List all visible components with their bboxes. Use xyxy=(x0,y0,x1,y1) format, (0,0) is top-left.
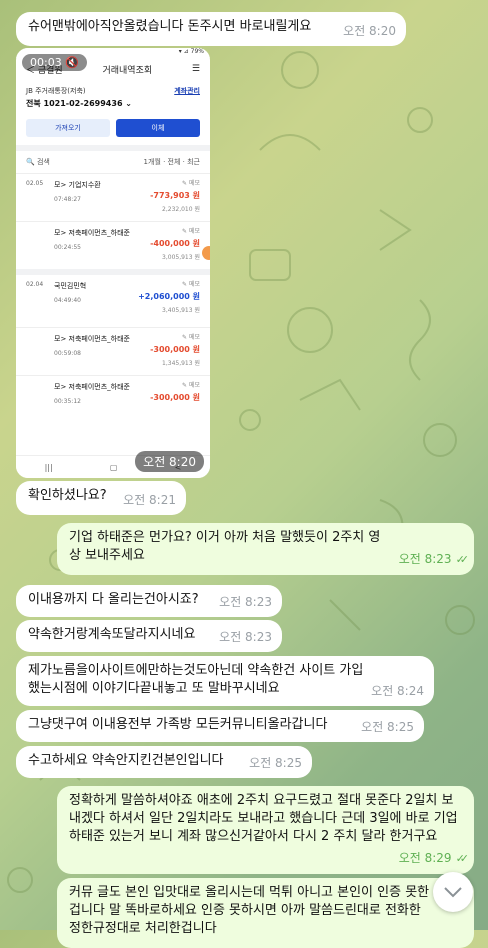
search-label-text: 검색 xyxy=(36,158,50,166)
home-icon: ▢ xyxy=(109,462,118,472)
transaction-balance: 2,232,010 원 xyxy=(162,206,200,213)
video-message[interactable]: ▾ ⊿ 79% ＜ 금결원 거래내역조회 ☰ JB 주거래통장(저축) 계좌관리… xyxy=(16,48,210,478)
transaction-name: 모> 기업지수환 xyxy=(54,181,101,189)
recent-apps-icon: ||| xyxy=(44,462,53,472)
message-bubble-outgoing[interactable]: 정확하게 말씀하셔야죠 애초에 2주치 요구드렸고 절대 못준다 2일치 보내겠… xyxy=(57,786,474,874)
media-search-row: 🔍 검색 1개월 · 전체 · 최근 xyxy=(16,151,210,173)
transaction-row: 모> 저축페이먼츠_하태준 00:59:08 ✎ 메모 -300,000 원 1… xyxy=(16,327,210,375)
transaction-name: 모> 저축페이먼츠_하태준 xyxy=(54,335,130,343)
message-text: 기업 하태준은 먼가요? 이거 아까 처음 말했듯이 2주치 영상 보내주세요 xyxy=(69,530,381,563)
memo-label: ✎ 메모 xyxy=(182,281,200,288)
message-time-text: 오전 8:23 xyxy=(398,552,452,566)
transaction-amount: -300,000 원 xyxy=(150,393,200,402)
message-time: 오전 8:23 ✓✓ xyxy=(398,550,470,569)
message-text: 제가노름을이사이트에만하는것도아닌데 약속한건 사이트 가입했는시점에 이야기다… xyxy=(28,663,364,696)
message-bubble-incoming[interactable]: 확인하셨나요? 오전 8:21 xyxy=(16,481,186,515)
message-time: 오전 8:21 xyxy=(123,493,176,507)
double-check-icon: ✓✓ xyxy=(455,553,470,566)
video-duration: 00:03 xyxy=(30,56,62,69)
transaction-amount: -773,903 원 xyxy=(150,191,200,200)
message-text: 약속한거랑계속또달라지시네요 xyxy=(28,627,196,642)
memo-label: ✎ 메모 xyxy=(182,382,200,389)
transaction-date: 02.05 xyxy=(26,180,44,187)
media-screen-title: 거래내역조회 xyxy=(102,65,153,76)
message-bubble-outgoing[interactable]: 기업 하태준은 먼가요? 이거 아까 처음 말했듯이 2주치 영상 보내주세요 … xyxy=(57,523,474,575)
bank-name: JB 주거래통장(저축) xyxy=(26,87,86,95)
message-time: 오전 8:29 ✓✓ xyxy=(398,849,470,868)
message-bubble-outgoing[interactable]: 커뮤 글도 본인 입맛대로 올리시는데 먹튀 아니고 본인이 인증 못한겁니다 … xyxy=(57,878,474,948)
message-bubble-incoming[interactable]: 이내용까지 다 올리는건아시죠? 오전 8:23 xyxy=(16,585,282,617)
transaction-date: 02.04 xyxy=(26,281,44,288)
message-text: 수고하세요 약속안지킨건본인입니다 xyxy=(28,753,224,768)
double-check-icon: ✓✓ xyxy=(455,852,470,865)
message-time: 오전 8:23 xyxy=(219,595,272,609)
load-button-image: 가져오기 xyxy=(26,119,110,137)
transaction-amount: -300,000 원 xyxy=(150,345,200,354)
message-bubble-incoming[interactable]: 수고하세요 약속안지킨건본인입니다 오전 8:25 xyxy=(16,746,312,778)
account-number: 전북 1021-02-2699436 ⌄ xyxy=(26,99,132,108)
media-search-label: 🔍 검색 xyxy=(26,158,50,166)
chevron-down-icon xyxy=(444,887,462,898)
media-bank-row: JB 주거래통장(저축) 계좌관리 xyxy=(16,80,210,96)
transaction-amount: -400,000 원 xyxy=(150,239,200,248)
transaction-row: 모> 저축페이먼츠_하태준 00:35:12 ✎ 메모 -300,000 원 xyxy=(16,375,210,423)
transfer-button-image: 이체 xyxy=(116,119,200,137)
floating-dot-icon xyxy=(202,246,210,260)
mute-icon: 🔇 xyxy=(65,56,79,69)
transaction-amount: +2,060,000 원 xyxy=(138,292,200,301)
memo-label: ✎ 메모 xyxy=(182,228,200,235)
message-bubble-incoming[interactable]: 약속한거랑계속또달라지시네요 오전 8:23 xyxy=(16,620,282,652)
message-text: 확인하셨나요? xyxy=(28,488,107,503)
message-time-text: 오전 8:29 xyxy=(398,851,452,865)
transaction-row: 모> 저축페이먼츠_하태준 00:24:55 ✎ 메모 -400,000 원 3… xyxy=(16,221,210,269)
message-time: 오전 8:25 xyxy=(249,756,302,770)
message-bubble-incoming[interactable]: 슈어맨밖에아직안올렸습니다 돈주시면 바로내릴게요 오전 8:20 xyxy=(16,12,406,46)
message-text: 슈어맨밖에아직안올렸습니다 돈주시면 바로내릴게요 xyxy=(28,19,312,34)
transaction-name: 국민김민혁 xyxy=(54,282,87,290)
message-time: 오전 8:20 xyxy=(343,24,396,38)
message-time: 오전 8:24 xyxy=(371,684,424,698)
media-filter-label: 1개월 · 전체 · 최근 xyxy=(143,158,200,166)
scroll-down-button[interactable] xyxy=(433,872,473,912)
transaction-row: 02.05 모> 기업지수환 07:48:27 ✎ 메모 -773,903 원 … xyxy=(16,173,210,221)
transaction-balance: 3,005,913 원 xyxy=(162,254,200,261)
message-text: 그냥댓구여 이내용전부 가족방 모든커뮤니티올라갑니다 xyxy=(28,717,328,732)
transaction-row: 02.04 국민김민혁 04:49:40 ✎ 메모 +2,060,000 원 3… xyxy=(16,269,210,327)
message-text: 이내용까지 다 올리는건아시죠? xyxy=(28,592,199,607)
hamburger-menu-icon: ☰ xyxy=(191,64,200,74)
message-bubble-incoming[interactable]: 그냥댓구여 이내용전부 가족방 모든커뮤니티올라갑니다 오전 8:25 xyxy=(16,710,424,742)
message-text: 정확하게 말씀하셔야죠 애초에 2주치 요구드렸고 절대 못준다 2일치 보내겠… xyxy=(69,793,458,844)
memo-label: ✎ 메모 xyxy=(182,334,200,341)
transaction-name: 모> 저축페이먼츠_하태준 xyxy=(54,383,130,391)
video-duration-badge[interactable]: 00:03 🔇 xyxy=(22,54,87,71)
transaction-balance: 1,345,913 원 xyxy=(162,360,200,367)
message-time: 오전 8:23 xyxy=(219,630,272,644)
media-time-badge: 오전 8:20 xyxy=(135,451,204,472)
media-button-row: 가져오기 이체 xyxy=(16,111,210,145)
message-bubble-incoming[interactable]: 제가노름을이사이트에만하는것도아닌데 약속한건 사이트 가입했는시점에 이야기다… xyxy=(16,656,434,706)
transaction-balance: 3,405,913 원 xyxy=(162,307,200,314)
memo-label: ✎ 메모 xyxy=(182,180,200,187)
account-manage-label: 계좌관리 xyxy=(174,87,200,95)
message-time: 오전 8:25 xyxy=(361,720,414,734)
transaction-name: 모> 저축페이먼츠_하태준 xyxy=(54,229,130,237)
